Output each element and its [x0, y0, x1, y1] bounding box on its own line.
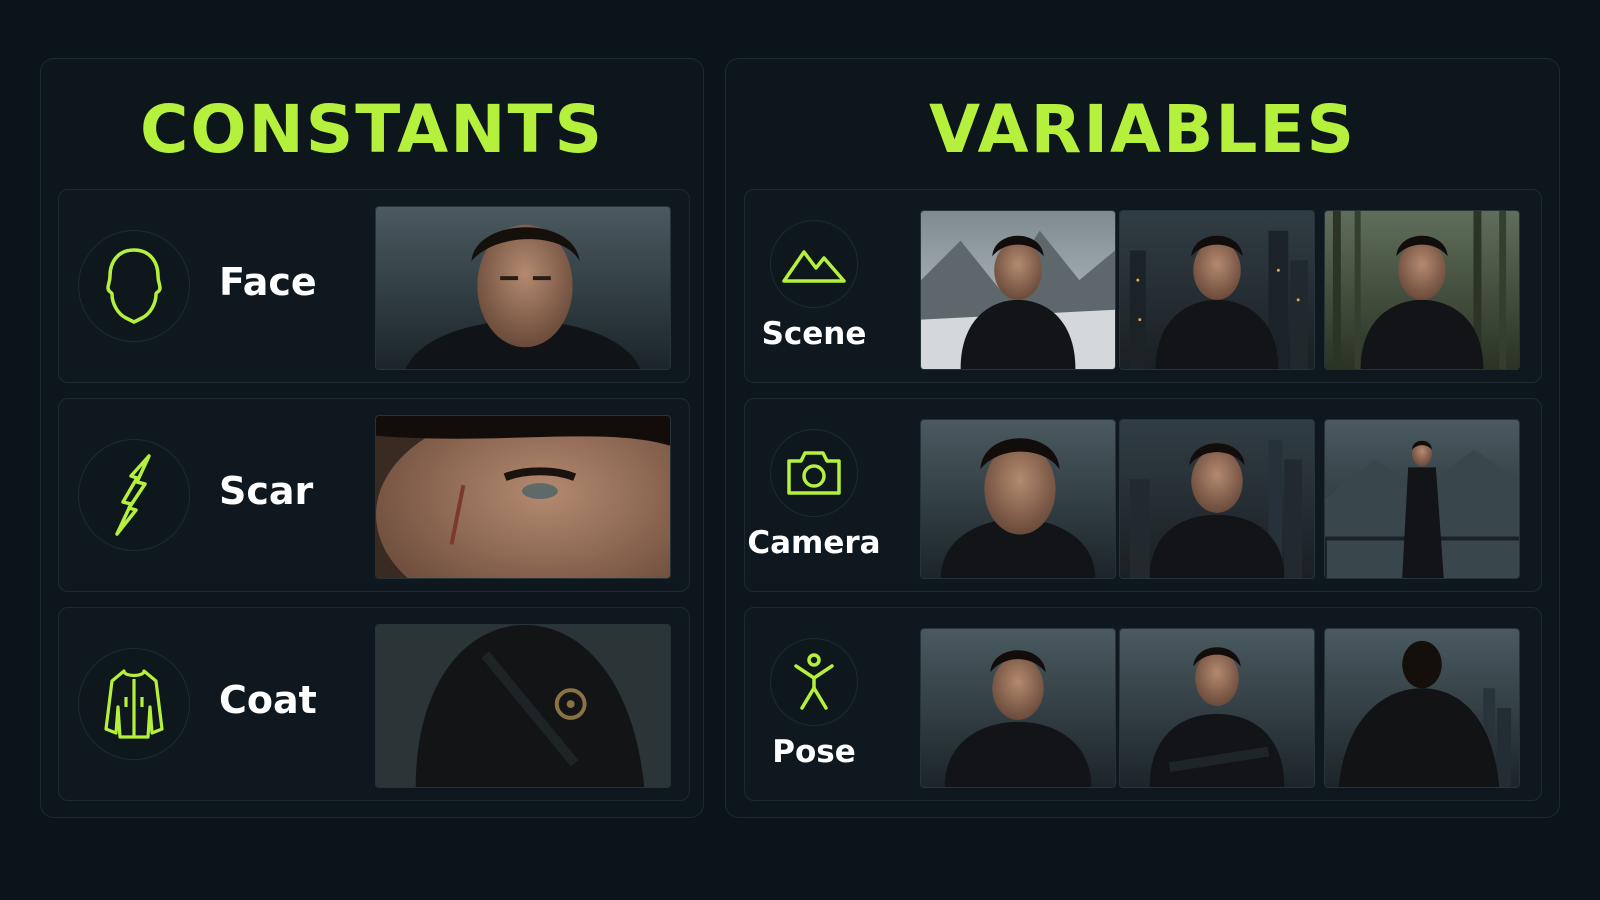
coat-icon	[78, 648, 190, 760]
person-pose-icon	[770, 638, 858, 726]
constant-row-scar[interactable]: Scar	[58, 398, 690, 592]
coat-closeup-image	[375, 624, 671, 788]
head-outline-icon	[78, 230, 190, 342]
camera-wide-shot-image[interactable]	[1324, 419, 1520, 579]
camera-icon	[770, 429, 858, 517]
scene-night-city-image[interactable]	[1119, 210, 1315, 370]
scar-closeup-image	[375, 415, 671, 579]
camera-label: Camera	[747, 525, 881, 561]
scar-label: Scar	[219, 469, 314, 513]
pose-label: Pose	[772, 734, 856, 770]
variable-row-pose[interactable]: Pose	[744, 607, 1542, 801]
scene-misty-forest-image[interactable]	[1324, 210, 1520, 370]
variables-title: VARIABLES	[928, 91, 1357, 168]
constant-row-face[interactable]: Face	[58, 189, 690, 383]
face-portrait-image	[375, 206, 671, 370]
constant-row-coat[interactable]: Coat	[58, 607, 690, 801]
mountain-icon	[770, 220, 858, 308]
scene-label: Scene	[761, 316, 867, 352]
scar-lightning-icon	[78, 439, 190, 551]
camera-close-up-image[interactable]	[920, 419, 1116, 579]
pose-arms-crossed-image[interactable]	[1119, 628, 1315, 788]
pose-back-view-image[interactable]	[1324, 628, 1520, 788]
constants-panel: CONSTANTS Face Scar Coat	[40, 58, 704, 818]
variable-row-camera[interactable]: Camera	[744, 398, 1542, 592]
variables-panel: VARIABLES Scene Camera Pose	[725, 58, 1560, 818]
scene-snowy-mountains-image[interactable]	[920, 210, 1116, 370]
coat-label: Coat	[219, 678, 317, 722]
pose-three-quarter-image[interactable]	[920, 628, 1116, 788]
constants-title: CONSTANTS	[139, 91, 605, 168]
camera-medium-shot-image[interactable]	[1119, 419, 1315, 579]
variable-row-scene[interactable]: Scene	[744, 189, 1542, 383]
face-label: Face	[219, 260, 317, 304]
